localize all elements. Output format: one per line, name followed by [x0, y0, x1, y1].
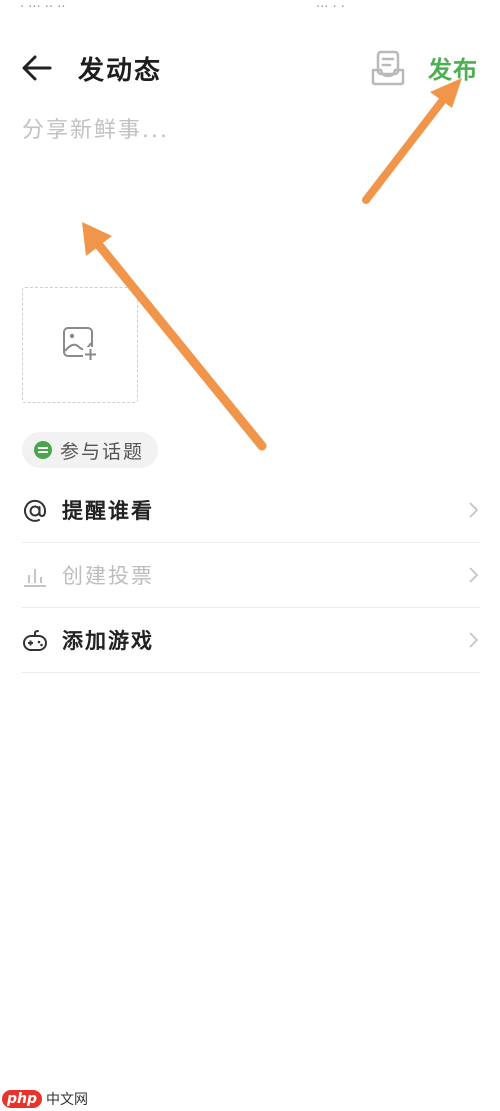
menu-item-label: 提醒谁看 [62, 498, 154, 523]
menu-item-mention[interactable]: 提醒谁看 [22, 478, 480, 543]
image-add-icon [63, 327, 98, 362]
join-topic-label: 参与话题 [60, 440, 145, 463]
status-right-text: ··· · · [316, 0, 345, 15]
publish-button[interactable]: 发布 [428, 50, 478, 85]
options-menu: 提醒谁看 创建投票 添加游戏 [22, 478, 480, 673]
page-title: 发动态 [78, 56, 163, 86]
back-button[interactable] [20, 52, 56, 84]
topic-icon [34, 441, 52, 459]
poll-chart-icon [24, 569, 46, 587]
menu-item-label: 添加游戏 [62, 628, 154, 653]
site-watermark: php 中文网 [2, 1088, 88, 1110]
post-content-input[interactable] [22, 112, 478, 262]
menu-item-poll[interactable]: 创建投票 [22, 543, 480, 608]
watermark-logo: php [2, 1090, 43, 1108]
arrow-left-icon [22, 55, 52, 81]
draft-box-icon [371, 50, 405, 86]
chevron-right-icon [469, 567, 478, 583]
header: 发动态 发布 [0, 40, 500, 96]
at-icon [24, 499, 47, 522]
draft-box-button[interactable] [368, 48, 408, 88]
gamepad-icon [23, 630, 47, 651]
status-bar: · ··· ·· ·· ··· · · [0, 0, 500, 22]
add-image-button[interactable] [22, 287, 138, 403]
menu-item-add-game[interactable]: 添加游戏 [22, 608, 480, 673]
watermark-text: 中文网 [46, 1092, 89, 1108]
chevron-right-icon [469, 502, 478, 518]
join-topic-button[interactable]: 参与话题 [22, 432, 159, 468]
chevron-right-icon [469, 632, 478, 648]
menu-item-label: 创建投票 [62, 564, 154, 588]
status-left-text: · ··· ·· ·· [20, 0, 66, 15]
